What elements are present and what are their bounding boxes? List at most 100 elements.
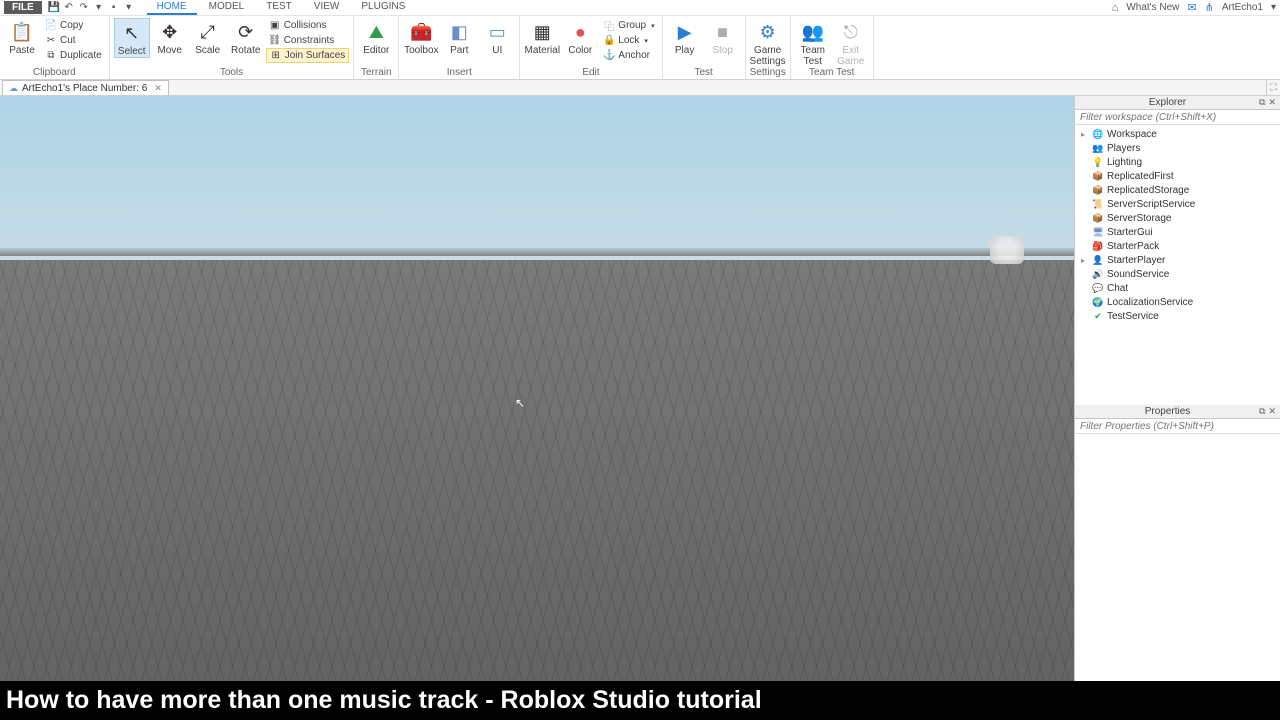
ui-button[interactable]: ▭UI bbox=[479, 18, 515, 56]
ui-icon: ▭ bbox=[485, 20, 509, 44]
anchor-button[interactable]: ⚓Anchor bbox=[600, 48, 657, 63]
ribbon-group-clipboard: 📋 Paste 📄Copy ✂Cut ⧉Duplicate Clipboard bbox=[0, 16, 110, 79]
tab-view[interactable]: VIEW bbox=[304, 0, 350, 15]
expand-viewport-icon[interactable]: ⛶ bbox=[1266, 80, 1280, 95]
tab-model[interactable]: MODEL bbox=[199, 0, 255, 15]
tree-item-testservice[interactable]: ✔TestService bbox=[1075, 309, 1280, 323]
username-label[interactable]: ArtEcho1 bbox=[1222, 2, 1263, 13]
move-button[interactable]: ✥Move bbox=[152, 18, 188, 56]
tree-item-serverscriptservice[interactable]: 📜ServerScriptService bbox=[1075, 197, 1280, 211]
tab-plugins[interactable]: PLUGINS bbox=[351, 0, 415, 15]
collisions-icon: ▣ bbox=[269, 20, 281, 32]
part-button[interactable]: ◧Part bbox=[441, 18, 477, 56]
group-button[interactable]: ⿻Group▾ bbox=[600, 18, 657, 33]
terrain-editor-button[interactable]: ⛰Editor bbox=[358, 18, 394, 56]
tree-item-startergui[interactable]: 🖥StarterGui bbox=[1075, 225, 1280, 239]
color-button[interactable]: ●Color bbox=[562, 18, 598, 56]
gear-icon: ⚙ bbox=[756, 20, 780, 44]
tab-home[interactable]: HOME bbox=[147, 0, 197, 15]
ribbon-group-insert: 🧰Toolbox ◧Part ▭UI Insert bbox=[399, 16, 520, 79]
group-label: Insert bbox=[403, 67, 515, 79]
tree-item-serverstorage[interactable]: 📦ServerStorage bbox=[1075, 211, 1280, 225]
service-icon: 🌍 bbox=[1092, 297, 1104, 308]
tree-item-localizationservice[interactable]: 🌍LocalizationService bbox=[1075, 295, 1280, 309]
group-label: Team Test bbox=[795, 67, 869, 79]
toolbox-button[interactable]: 🧰Toolbox bbox=[403, 18, 439, 56]
user-dropdown-icon[interactable]: ▾ bbox=[1271, 2, 1276, 13]
duplicate-button[interactable]: ⧉Duplicate bbox=[42, 48, 105, 63]
save-icon[interactable]: 💾 bbox=[48, 2, 60, 14]
document-tab[interactable]: ☁ ArtEcho1's Place Number: 6 ✕ bbox=[2, 80, 169, 95]
part-icon: ◧ bbox=[447, 20, 471, 44]
paste-button[interactable]: 📋 Paste bbox=[4, 18, 40, 56]
group-label: Tools bbox=[114, 67, 350, 79]
tree-item-starterplayer[interactable]: ▸👤StarterPlayer bbox=[1075, 253, 1280, 267]
close-panel-icon[interactable]: ✕ bbox=[1268, 406, 1276, 417]
cut-button[interactable]: ✂Cut bbox=[42, 33, 105, 48]
tree-item-label: ServerScriptService bbox=[1107, 199, 1195, 210]
anchor-icon: ⚓ bbox=[603, 50, 615, 62]
share-icon[interactable]: ⋔ bbox=[1205, 1, 1214, 14]
quick-access-toolbar: 💾 ↶ ↷ ▾ ▪ ▾ bbox=[48, 2, 135, 14]
tree-item-replicatedfirst[interactable]: 📦ReplicatedFirst bbox=[1075, 169, 1280, 183]
select-button[interactable]: ↖Select bbox=[114, 18, 150, 58]
stop-icon: ■ bbox=[711, 20, 735, 44]
chevron-down-icon: ▾ bbox=[644, 37, 648, 45]
tree-item-soundservice[interactable]: 🔊SoundService bbox=[1075, 267, 1280, 281]
expand-arrow-icon[interactable]: ▸ bbox=[1081, 256, 1089, 265]
play-button[interactable]: ▶Play bbox=[667, 18, 703, 56]
join-surfaces-button[interactable]: ⊞Join Surfaces bbox=[266, 48, 350, 63]
tab-test[interactable]: TEST bbox=[256, 0, 302, 15]
tree-item-label: Players bbox=[1107, 143, 1140, 154]
expand-arrow-icon[interactable]: ▸ bbox=[1081, 130, 1089, 139]
group-label: Test bbox=[667, 67, 741, 79]
tree-item-chat[interactable]: 💬Chat bbox=[1075, 281, 1280, 295]
group-icon: ⿻ bbox=[603, 20, 615, 32]
material-button[interactable]: ▦Material bbox=[524, 18, 560, 56]
stop-button[interactable]: ■Stop bbox=[705, 18, 741, 56]
tree-item-label: ServerStorage bbox=[1107, 213, 1171, 224]
properties-title: Properties bbox=[1079, 406, 1256, 417]
qat-dropdown-icon[interactable]: ▾ bbox=[93, 2, 105, 14]
exit-game-button[interactable]: ⎋Exit Game bbox=[833, 18, 869, 67]
undo-icon[interactable]: ↶ bbox=[63, 2, 75, 14]
redo-icon[interactable]: ↷ bbox=[78, 2, 90, 14]
qat-dropdown2-icon[interactable]: ▾ bbox=[123, 2, 135, 14]
tree-item-starterpack[interactable]: 🎒StarterPack bbox=[1075, 239, 1280, 253]
ribbon-group-test: ▶Play ■Stop Test bbox=[663, 16, 746, 79]
home-icon[interactable]: ⌂ bbox=[1112, 2, 1119, 14]
notification-icon[interactable]: ✉ bbox=[1187, 1, 1196, 14]
team-test-button[interactable]: 👥Team Test bbox=[795, 18, 831, 67]
scale-button[interactable]: ⤢Scale bbox=[190, 18, 226, 56]
collisions-button[interactable]: ▣Collisions bbox=[266, 18, 350, 33]
close-tab-icon[interactable]: ✕ bbox=[154, 83, 162, 94]
group-label: Edit bbox=[524, 67, 657, 79]
video-caption: How to have more than one music track - … bbox=[0, 681, 1280, 720]
ribbon: 📋 Paste 📄Copy ✂Cut ⧉Duplicate Clipboard … bbox=[0, 16, 1280, 80]
explorer-tree[interactable]: ▸🌐Workspace👥Players💡Lighting📦ReplicatedF… bbox=[1075, 125, 1280, 405]
lock-button[interactable]: 🔒Lock▾ bbox=[600, 33, 657, 48]
dock-icon[interactable]: ⧉ bbox=[1259, 97, 1265, 108]
constraints-button[interactable]: ⛓Constraints bbox=[266, 33, 350, 48]
qat-item-icon[interactable]: ▪ bbox=[108, 2, 120, 14]
tree-item-workspace[interactable]: ▸🌐Workspace bbox=[1075, 127, 1280, 141]
game-settings-button[interactable]: ⚙Game Settings bbox=[750, 18, 786, 67]
properties-filter-input[interactable] bbox=[1075, 419, 1280, 433]
rotate-button[interactable]: ⟳Rotate bbox=[228, 18, 264, 56]
copy-button[interactable]: 📄Copy bbox=[42, 18, 105, 33]
tree-item-replicatedstorage[interactable]: 📦ReplicatedStorage bbox=[1075, 183, 1280, 197]
close-panel-icon[interactable]: ✕ bbox=[1268, 97, 1276, 108]
dock-icon[interactable]: ⧉ bbox=[1259, 406, 1265, 417]
whats-new-link[interactable]: What's New bbox=[1126, 2, 1179, 13]
mouse-cursor: ↖ bbox=[515, 396, 525, 410]
tree-item-lighting[interactable]: 💡Lighting bbox=[1075, 155, 1280, 169]
tree-item-players[interactable]: 👥Players bbox=[1075, 141, 1280, 155]
chevron-down-icon: ▾ bbox=[651, 22, 655, 30]
file-menu[interactable]: FILE bbox=[4, 1, 42, 14]
document-tab-bar: ☁ ArtEcho1's Place Number: 6 ✕ ⛶ bbox=[0, 80, 1280, 96]
main-area: ↖ Explorer ⧉ ✕ ▸🌐Workspace👥Players💡Light… bbox=[0, 96, 1280, 681]
explorer-filter-input[interactable] bbox=[1075, 110, 1280, 124]
3d-viewport[interactable]: ↖ bbox=[0, 96, 1074, 681]
paste-icon: 📋 bbox=[10, 20, 34, 44]
explorer-header: Explorer ⧉ ✕ bbox=[1075, 96, 1280, 110]
